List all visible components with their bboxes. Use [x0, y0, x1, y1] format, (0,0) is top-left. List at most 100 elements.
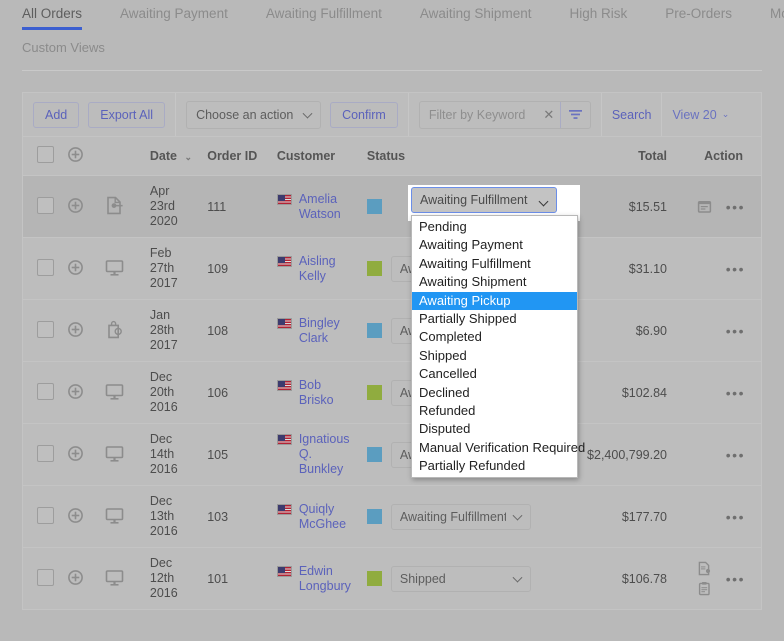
table-row: Apr23rd2020111AmeliaWatson$15.51•••: [23, 176, 761, 238]
row-checkbox[interactable]: [37, 445, 54, 462]
customer-link[interactable]: AislingKelly: [299, 254, 336, 284]
confirm-button[interactable]: Confirm: [330, 102, 398, 128]
status-select[interactable]: Awaiting Fulfillment: [391, 504, 531, 530]
row-status-cell: Shipped: [367, 548, 567, 610]
table-row: Jan28th2017108BingleyClarkAwaiting Fulfi…: [23, 300, 761, 362]
row-more-actions-button[interactable]: •••: [726, 385, 745, 401]
tab-custom-views[interactable]: Custom Views: [22, 40, 105, 55]
customer-wrap: AmeliaWatson: [277, 192, 367, 222]
plus-circle-icon[interactable]: [68, 508, 83, 523]
status-option-refunded[interactable]: Refunded: [412, 402, 577, 420]
tab-awaiting-payment[interactable]: Awaiting Payment: [101, 0, 247, 32]
plus-circle-icon[interactable]: [68, 260, 83, 275]
row-total: $31.10: [566, 238, 677, 300]
tab-awaiting-fulfillment[interactable]: Awaiting Fulfillment: [247, 0, 401, 32]
row-checkbox[interactable]: [37, 321, 54, 338]
secondary-tabs: Custom Views: [0, 32, 784, 62]
row-checkbox[interactable]: [37, 197, 54, 214]
view-count-button[interactable]: View 20 ⌄: [672, 108, 729, 122]
row-date: Dec14th2016: [150, 424, 207, 486]
row-checkbox[interactable]: [37, 383, 54, 400]
row-customer-cell: AmeliaWatson: [277, 176, 367, 238]
tab-label: Pre-Orders: [665, 6, 732, 21]
tab-pre-orders[interactable]: Pre-Orders: [646, 0, 751, 32]
filter-box: ✕: [419, 101, 591, 129]
customer-link[interactable]: BingleyClark: [299, 316, 340, 346]
action-wrap: •••: [677, 561, 761, 596]
row-more-actions-button[interactable]: •••: [726, 447, 745, 463]
add-button[interactable]: Add: [33, 102, 79, 128]
status-option-pending[interactable]: Pending: [412, 218, 577, 236]
row-checkbox[interactable]: [37, 569, 54, 586]
customer-link[interactable]: BobBrisko: [299, 378, 334, 408]
status-option-disputed[interactable]: Disputed: [412, 420, 577, 438]
status-option-shipped[interactable]: Shipped: [412, 347, 577, 365]
header-status[interactable]: Status: [367, 137, 567, 176]
orders-panel: Add Export All Choose an action Confirm …: [22, 92, 762, 610]
customer-link[interactable]: QuiqlyMcGhee: [299, 502, 346, 532]
plus-circle-icon[interactable]: [68, 570, 83, 585]
plus-circle-icon[interactable]: [68, 384, 83, 399]
status-color-swatch: [367, 385, 382, 400]
customer-wrap: AislingKelly: [277, 254, 367, 284]
status-dropdown-trigger[interactable]: Awaiting Fulfillment: [411, 187, 557, 213]
plus-circle-icon[interactable]: [68, 322, 83, 337]
row-more-actions-button[interactable]: •••: [726, 571, 745, 587]
status-select-wrap: Awaiting Fulfillment: [391, 504, 531, 530]
header-customer[interactable]: Customer: [277, 137, 367, 176]
header-total[interactable]: Total: [566, 137, 677, 176]
toolbar-group-filter: ✕: [409, 93, 602, 136]
row-date: Apr23rd2020: [150, 176, 207, 238]
export-all-button[interactable]: Export All: [88, 102, 165, 128]
row-select-cell: [23, 300, 68, 362]
invoice-icon[interactable]: [697, 561, 712, 576]
status-option-awaiting-fulfillment[interactable]: Awaiting Fulfillment: [412, 255, 577, 273]
row-more-actions-button[interactable]: •••: [726, 323, 745, 339]
customer-wrap: EdwinLongbury: [277, 564, 367, 594]
status-option-awaiting-pickup[interactable]: Awaiting Pickup: [412, 292, 577, 310]
select-all-checkbox[interactable]: [37, 146, 54, 163]
row-order-id: 108: [207, 300, 277, 362]
tab-awaiting-shipment[interactable]: Awaiting Shipment: [401, 0, 551, 32]
row-order-id: 101: [207, 548, 277, 610]
choose-action-select[interactable]: Choose an action: [186, 101, 321, 129]
row-checkbox[interactable]: [37, 259, 54, 276]
plus-circle-icon[interactable]: [68, 198, 83, 213]
primary-tabs: All OrdersAwaiting PaymentAwaiting Fulfi…: [0, 0, 784, 32]
row-more-actions-button[interactable]: •••: [726, 261, 745, 277]
status-option-completed[interactable]: Completed: [412, 328, 577, 346]
filter-funnel-icon[interactable]: [560, 102, 590, 128]
row-select-cell: [23, 486, 68, 548]
calendar-icon[interactable]: [697, 199, 712, 214]
clipboard-icon[interactable]: [697, 581, 712, 596]
row-checkbox[interactable]: [37, 507, 54, 524]
status-option-manual-verification-required[interactable]: Manual Verification Required: [412, 439, 577, 457]
status-option-awaiting-shipment[interactable]: Awaiting Shipment: [412, 273, 577, 291]
status-option-partially-shipped[interactable]: Partially Shipped: [412, 310, 577, 328]
row-more-actions-button[interactable]: •••: [726, 199, 745, 215]
clear-filter-icon[interactable]: ✕: [538, 102, 560, 128]
search-button[interactable]: Search: [612, 108, 652, 122]
tab-more[interactable]: More⌄: [751, 0, 784, 33]
filter-keyword-input[interactable]: [420, 102, 538, 128]
status-option-cancelled[interactable]: Cancelled: [412, 365, 577, 383]
chevron-down-icon: ⌄: [722, 109, 730, 120]
status-wrap: Awaiting Fulfillment: [367, 504, 567, 530]
tab-high-risk[interactable]: High Risk: [550, 0, 646, 32]
table-row: Dec13th2016103QuiqlyMcGheeAwaiting Fulfi…: [23, 486, 761, 548]
customer-link[interactable]: EdwinLongbury: [299, 564, 351, 594]
row-more-actions-button[interactable]: •••: [726, 509, 745, 525]
status-select[interactable]: Shipped: [391, 566, 531, 592]
monitor-icon: [105, 258, 124, 277]
header-order-id[interactable]: Order ID: [207, 137, 277, 176]
status-option-awaiting-payment[interactable]: Awaiting Payment: [412, 236, 577, 254]
header-date-label: Date: [150, 149, 177, 163]
row-device-cell: [105, 548, 150, 610]
tab-all-orders[interactable]: All Orders: [22, 0, 101, 32]
status-option-declined[interactable]: Declined: [412, 384, 577, 402]
status-option-partially-refunded[interactable]: Partially Refunded: [412, 457, 577, 475]
customer-link[interactable]: IgnatiousQ.Bunkley: [299, 432, 350, 477]
plus-circle-icon[interactable]: [68, 446, 83, 461]
header-date[interactable]: Date ⌄: [150, 137, 207, 176]
customer-link[interactable]: AmeliaWatson: [299, 192, 341, 222]
